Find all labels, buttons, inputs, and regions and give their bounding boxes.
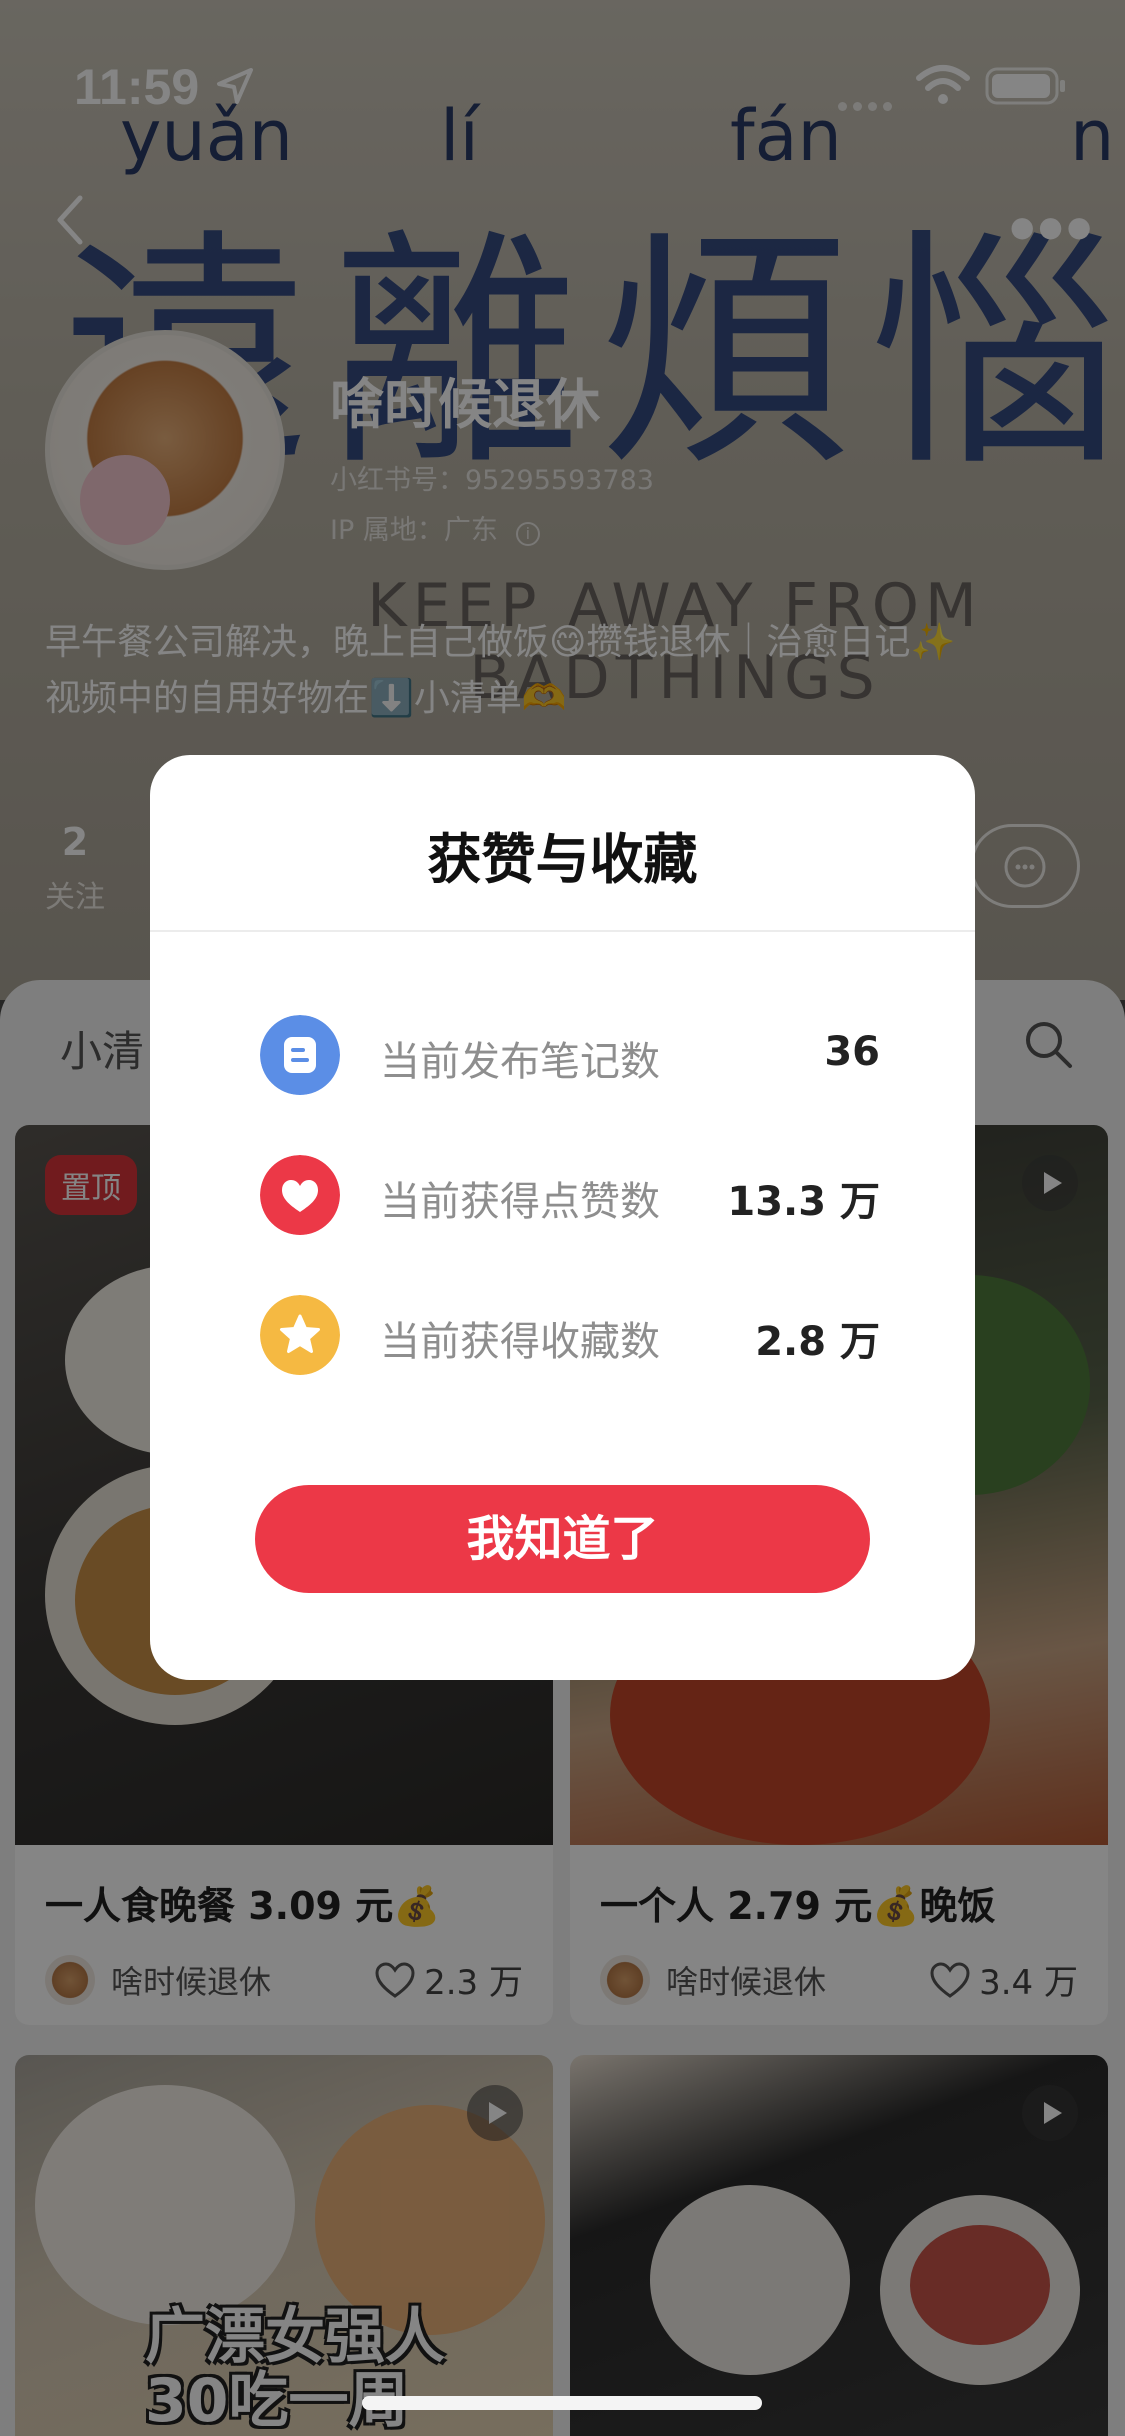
star-icon: [260, 1295, 340, 1375]
likes-count-label: 当前获得点赞数: [380, 1179, 660, 1225]
dialog-title: 获赞与收藏: [427, 828, 698, 891]
collections-count-value: 2.8 万: [755, 1319, 880, 1365]
collections-count-label: 当前获得收藏数: [380, 1319, 660, 1365]
home-indicator[interactable]: [362, 2396, 762, 2410]
heart-icon: [260, 1155, 340, 1235]
notes-count-label: 当前发布笔记数: [380, 1039, 660, 1085]
notes-count-value: 36: [824, 1029, 880, 1075]
collections-count-row: 当前获得收藏数 2.8 万: [260, 1295, 880, 1375]
likes-count-row: 当前获得点赞数 13.3 万: [260, 1155, 880, 1235]
dialog-divider: [150, 930, 975, 932]
got-it-button[interactable]: 我知道了: [255, 1485, 870, 1593]
notes-count-row: 当前发布笔记数 36: [260, 1015, 880, 1095]
likes-count-value: 13.3 万: [727, 1179, 880, 1225]
notes-icon: [260, 1015, 340, 1095]
likes-collections-dialog: 获赞与收藏 当前发布笔记数 36 当前获得点赞数 13.3 万 当前获得收藏数 …: [150, 755, 975, 1680]
